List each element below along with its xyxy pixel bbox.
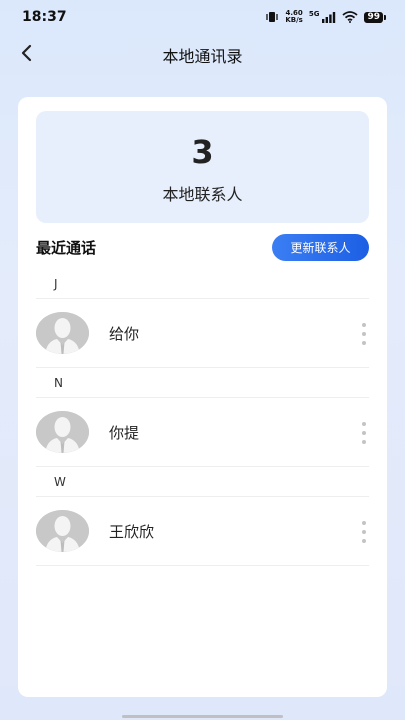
status-bar: 18:37 4.60 KB/s 5G 99 — [0, 0, 405, 34]
dot-icon — [362, 431, 366, 435]
recent-calls-title: 最近通话 — [36, 238, 97, 257]
net-speed: 4.60 KB/s — [285, 10, 302, 24]
more-options-button[interactable] — [359, 519, 369, 545]
avatar — [36, 411, 89, 453]
network-type: 5G — [308, 9, 320, 18]
back-button[interactable] — [14, 42, 40, 68]
avatar — [36, 312, 89, 354]
chevron-left-icon — [20, 44, 34, 66]
contact-name: 你提 — [109, 423, 140, 442]
dot-icon — [362, 341, 366, 345]
contact-name: 王欣欣 — [109, 522, 155, 541]
group-letter-j: J — [36, 269, 369, 299]
more-options-button[interactable] — [359, 321, 369, 347]
signal-icon — [322, 8, 336, 27]
page-title: 本地通讯录 — [162, 47, 243, 66]
contact-list: J 给你 N 你提 W 王欣欣 — [36, 269, 369, 566]
net-speed-unit: KB/s — [285, 16, 303, 24]
group-letter-n: N — [36, 368, 369, 398]
dot-icon — [362, 323, 366, 327]
avatar — [36, 510, 89, 552]
contact-row[interactable]: 给你 — [36, 299, 369, 368]
update-contacts-button[interactable]: 更新联系人 — [272, 233, 369, 261]
recent-calls-header: 最近通话 更新联系人 — [36, 233, 369, 261]
dot-icon — [362, 440, 366, 444]
app-header: 本地通讯录 — [0, 34, 405, 76]
contact-row[interactable]: 你提 — [36, 398, 369, 467]
more-options-button[interactable] — [359, 420, 369, 446]
dot-icon — [362, 521, 366, 525]
dot-icon — [362, 530, 366, 534]
group-letter-w: W — [36, 467, 369, 497]
contact-row[interactable]: 王欣欣 — [36, 497, 369, 566]
dot-icon — [362, 422, 366, 426]
contact-count-label: 本地联系人 — [162, 185, 243, 204]
status-icons: 4.60 KB/s 5G 99 — [265, 8, 386, 27]
status-time: 18:37 — [22, 9, 67, 25]
contact-count: 3 — [191, 133, 214, 171]
contacts-card: 3 本地联系人 最近通话 更新联系人 J 给你 N 你提 W 王欣欣 — [18, 97, 387, 697]
home-indicator[interactable] — [122, 715, 283, 718]
battery-indicator: 99 — [364, 11, 386, 23]
contact-name: 给你 — [109, 324, 140, 343]
contact-summary: 3 本地联系人 — [36, 111, 369, 223]
vibrate-icon — [265, 8, 279, 27]
dot-icon — [362, 332, 366, 336]
dot-icon — [362, 539, 366, 543]
wifi-icon — [342, 8, 359, 27]
